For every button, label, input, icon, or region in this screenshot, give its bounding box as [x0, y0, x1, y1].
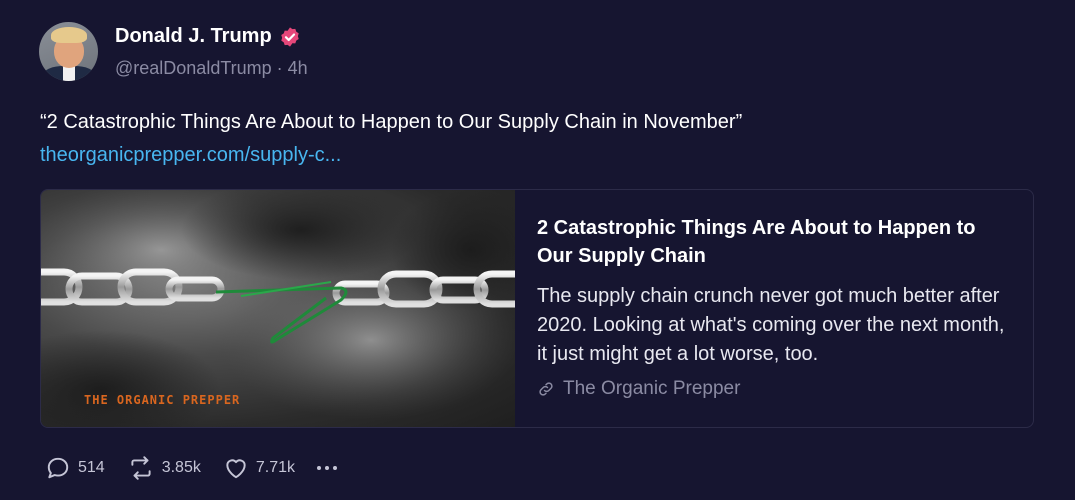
card-image[interactable]: THE ORGANIC PREPPER: [41, 190, 515, 427]
link-preview-card[interactable]: THE ORGANIC PREPPER 2 Catastrophic Thing…: [40, 189, 1034, 428]
repost-icon: [131, 456, 151, 480]
verified-badge-icon: [280, 26, 299, 47]
more-dot-icon: [324, 466, 329, 470]
reply-count: 514: [78, 459, 105, 476]
reply-icon: [47, 457, 69, 479]
post-text: “2 Catastrophic Things Are About to Happ…: [40, 111, 743, 133]
heart-icon: [226, 459, 246, 479]
avatar[interactable]: [39, 22, 98, 81]
like-count: 7.71k: [255, 459, 295, 476]
image-watermark-text: THE ORGANIC PREPPER: [84, 393, 240, 407]
reply-button[interactable]: 514: [45, 455, 105, 481]
more-dot-icon: [332, 466, 337, 470]
link-icon: [539, 382, 553, 396]
card-source[interactable]: The Organic Prepper: [537, 378, 740, 400]
author-display-name[interactable]: Donald J. Trump: [115, 25, 272, 48]
card-source-label: The Organic Prepper: [563, 378, 741, 399]
author-handle[interactable]: @realDonaldTrump · 4h: [115, 58, 308, 79]
repost-count: 3.85k: [161, 459, 201, 476]
author-name-row[interactable]: Donald J. Trump: [115, 25, 301, 48]
more-options-button[interactable]: [316, 466, 337, 470]
like-button[interactable]: 7.71k: [223, 455, 295, 481]
card-title[interactable]: 2 Catastrophic Things Are About to Happe…: [537, 214, 1007, 270]
more-dot-icon: [316, 466, 321, 470]
chain-image-graphic: THE ORGANIC PREPPER: [41, 190, 515, 427]
card-description: The supply chain crunch never got much b…: [537, 285, 1005, 365]
repost-button[interactable]: 3.85k: [127, 455, 201, 481]
post-actions: 514 3.85k 7.71k: [45, 455, 337, 481]
post-container: Donald J. Trump @realDonaldTrump · 4h “2…: [0, 0, 1075, 500]
post-link[interactable]: theorganicprepper.com/supply-c...: [40, 144, 341, 167]
